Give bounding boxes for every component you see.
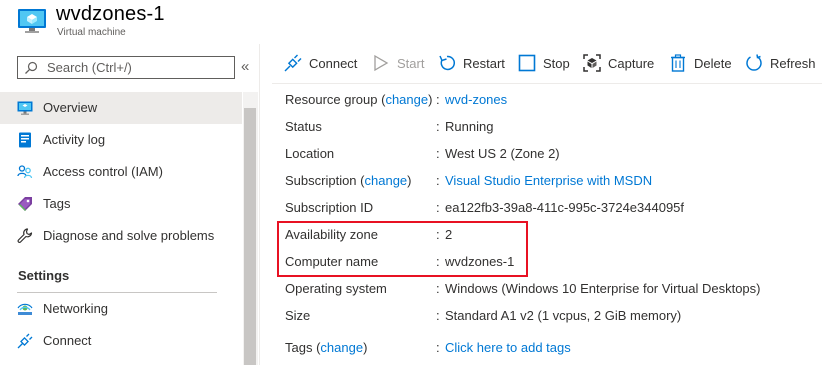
subscription-link[interactable]: Visual Studio Enterprise with MSDN xyxy=(445,173,652,188)
sidebar-item-connect[interactable]: Connect xyxy=(0,325,242,357)
change-tags-link[interactable]: change xyxy=(320,340,363,355)
delete-label: Delete xyxy=(694,56,732,71)
operating-system-value: Windows (Windows 10 Enterprise for Virtu… xyxy=(445,281,761,296)
connect-label: Connect xyxy=(309,56,358,71)
settings-heading: Settings xyxy=(18,268,70,283)
page-subtitle: Virtual machine xyxy=(57,27,126,38)
sidebar-item-label: Diagnose and solve problems xyxy=(43,228,215,243)
sidebar-item-label: Overview xyxy=(43,100,98,115)
networking-icon xyxy=(17,303,33,315)
status-row: Status : Running xyxy=(285,119,815,137)
separator-colon: : xyxy=(436,119,440,134)
sidebar-item-overview[interactable]: Overview xyxy=(0,92,242,124)
size-value: Standard A1 v2 (1 vcpus, 2 GiB memory) xyxy=(445,308,682,323)
monitor-icon xyxy=(17,101,33,115)
separator-colon: : xyxy=(436,146,440,161)
operating-system-row: Operating system : Windows (Windows 10 E… xyxy=(285,281,815,299)
activity-log-icon xyxy=(19,132,31,148)
resource-group-key: Resource group (change) xyxy=(285,92,433,107)
restart-button[interactable]: Restart xyxy=(438,54,508,74)
sidebar-divider xyxy=(259,44,260,365)
separator-colon: : xyxy=(436,281,440,296)
stop-icon xyxy=(518,54,536,72)
sidebar-item-label: Activity log xyxy=(43,132,106,147)
wrench-icon xyxy=(17,228,33,243)
delete-button[interactable]: Delete xyxy=(669,54,735,74)
command-bar: Connect Start Restart Stop Capture Delet… xyxy=(262,44,822,84)
change-subscription-link[interactable]: change xyxy=(365,173,408,188)
capture-icon xyxy=(583,54,601,72)
refresh-button[interactable]: Refresh xyxy=(745,54,821,74)
operating-system-key: Operating system xyxy=(285,281,387,296)
search-icon xyxy=(25,61,38,74)
subscription-id-row: Subscription ID : ea122fb3-39a8-411c-995… xyxy=(285,200,815,218)
resource-group-link[interactable]: wvd-zones xyxy=(445,92,507,107)
sidebar-item-label: Access control (IAM) xyxy=(43,164,163,179)
plug-icon xyxy=(284,54,302,72)
separator-colon: : xyxy=(436,340,440,355)
subscription-key: Subscription (change) xyxy=(285,173,412,188)
search-placeholder: Search (Ctrl+/) xyxy=(47,60,132,75)
sidebar-item-tags[interactable]: Tags xyxy=(0,188,242,220)
separator-colon: : xyxy=(436,308,440,323)
subscription-id-value: ea122fb3-39a8-411c-995c-3724e344095f xyxy=(445,200,685,215)
trash-icon xyxy=(671,54,685,72)
plug-icon xyxy=(17,333,33,349)
toolbar-divider xyxy=(272,83,822,84)
start-label: Start xyxy=(397,56,425,71)
stop-label: Stop xyxy=(543,56,570,71)
play-icon xyxy=(374,54,389,72)
resource-group-row: Resource group (change) : wvd-zones xyxy=(285,92,815,110)
highlight-box xyxy=(277,221,528,277)
separator-colon: : xyxy=(436,92,440,107)
sidebar-scrollbar-thumb[interactable] xyxy=(244,108,256,365)
sidebar-item-diagnose[interactable]: Diagnose and solve problems xyxy=(0,220,242,252)
status-key: Status xyxy=(285,119,322,134)
subscription-id-key: Subscription ID xyxy=(285,200,374,215)
separator-colon: : xyxy=(436,200,440,215)
people-icon xyxy=(17,165,33,179)
start-button[interactable]: Start xyxy=(372,54,428,74)
page-title: wvdzones-1 xyxy=(56,3,165,25)
capture-button[interactable]: Capture xyxy=(583,54,659,74)
virtual-machine-icon xyxy=(18,9,46,33)
page-header: wvdzones-1 Virtual machine xyxy=(0,0,822,44)
status-value: Running xyxy=(445,119,494,134)
separator-colon: : xyxy=(436,173,440,188)
sidebar-item-activity-log[interactable]: Activity log xyxy=(0,124,242,156)
search-input[interactable]: Search (Ctrl+/) xyxy=(17,56,235,79)
restart-label: Restart xyxy=(463,56,505,71)
sidebar-item-label: Connect xyxy=(43,333,92,348)
sidebar: Search (Ctrl+/) « Overview Activity log … xyxy=(0,44,260,365)
connect-button[interactable]: Connect xyxy=(284,54,364,74)
location-key: Location xyxy=(285,146,335,161)
sidebar-item-label: Networking xyxy=(43,301,109,316)
capture-label: Capture xyxy=(608,56,655,71)
location-row: Location : West US 2 (Zone 2) xyxy=(285,146,815,164)
sidebar-item-label: Tags xyxy=(43,196,71,211)
refresh-label: Refresh xyxy=(770,56,816,71)
change-resource-group-link[interactable]: change xyxy=(385,92,428,107)
refresh-icon xyxy=(746,54,762,71)
size-key: Size xyxy=(285,308,311,323)
size-row: Size : Standard A1 v2 (1 vcpus, 2 GiB me… xyxy=(285,308,815,326)
tags-row: Tags (change) : Click here to add tags xyxy=(285,340,815,358)
add-tags-link[interactable]: Click here to add tags xyxy=(445,340,571,355)
collapse-sidebar-button[interactable]: « xyxy=(241,57,249,77)
subscription-row: Subscription (change) : Visual Studio En… xyxy=(285,173,815,191)
sidebar-item-networking[interactable]: Networking xyxy=(0,293,242,325)
restart-icon xyxy=(439,55,455,71)
sidebar-item-access-control[interactable]: Access control (IAM) xyxy=(0,156,242,188)
tags-key: Tags (change) xyxy=(285,340,368,355)
tag-icon xyxy=(18,197,32,211)
stop-button[interactable]: Stop xyxy=(518,54,574,74)
location-value: West US 2 (Zone 2) xyxy=(445,146,560,161)
